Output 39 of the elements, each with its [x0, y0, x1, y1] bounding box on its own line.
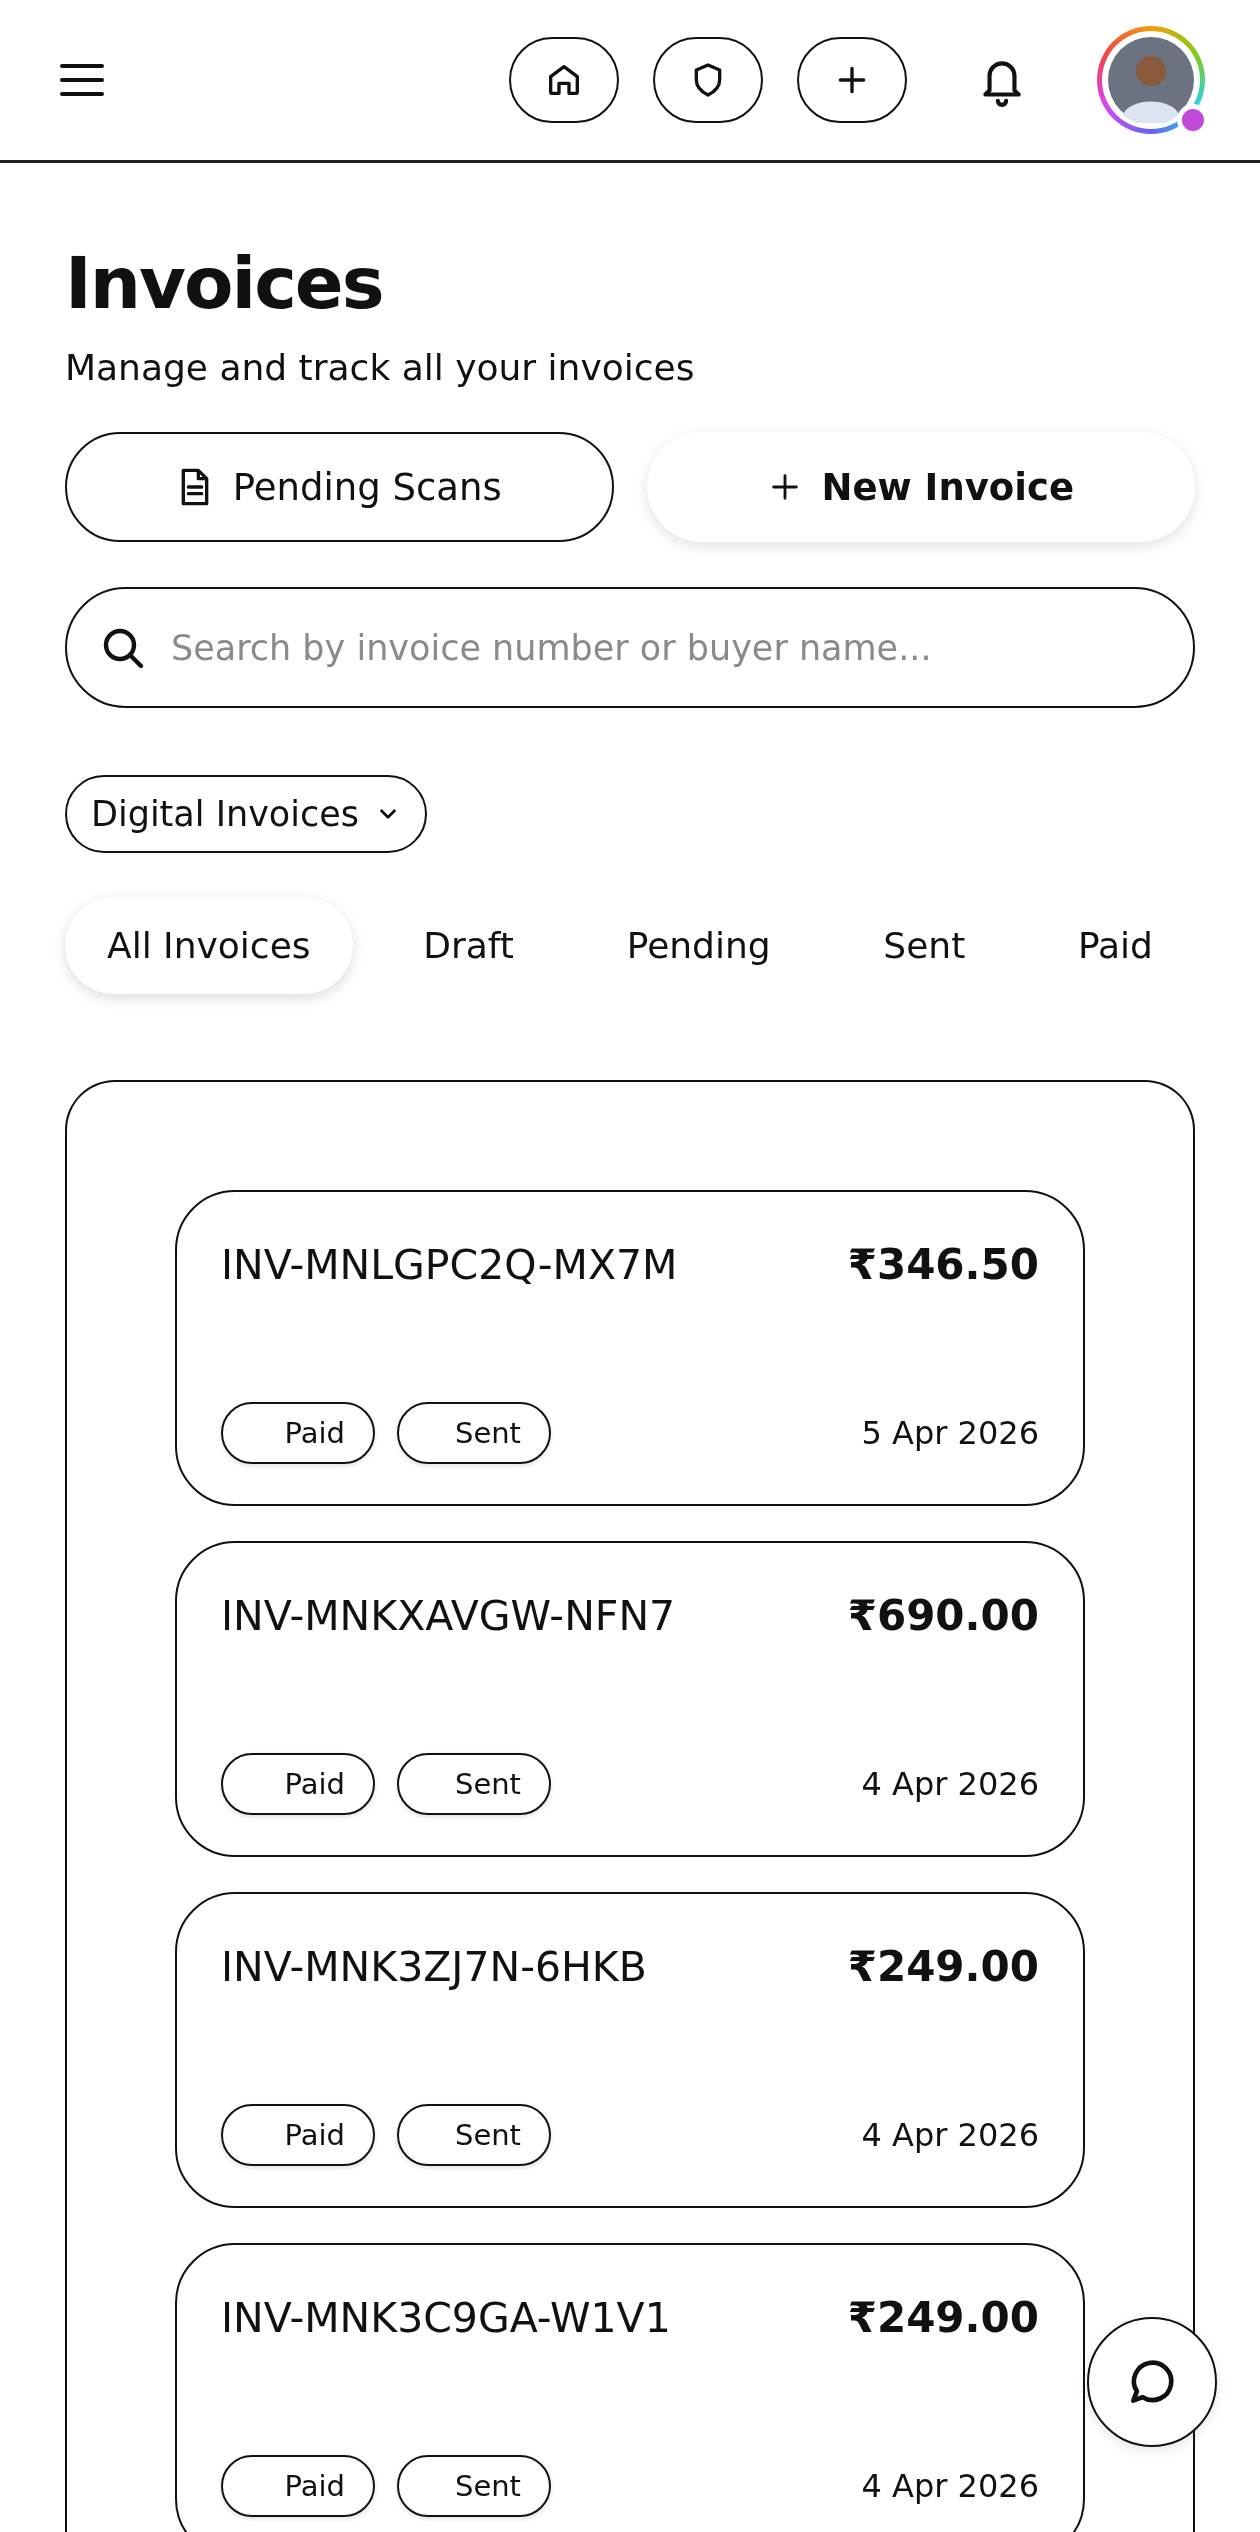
status-tag: Paid	[221, 1402, 375, 1464]
filter-tab[interactable]: Draft	[381, 897, 556, 994]
status-tag: Paid	[221, 1753, 375, 1815]
filter-tab[interactable]: Pending	[584, 897, 813, 994]
invoice-card[interactable]: INV-MNKXAVGW-NFN7 ₹690.00 Paid Sent 4 Apr 2026	[175, 1541, 1085, 1857]
menu-icon	[60, 62, 104, 98]
status-tag: Sent	[397, 1402, 551, 1464]
filter-tab[interactable]: All Invoices	[65, 897, 353, 994]
invoice-amount: ₹249.00	[847, 1942, 1039, 1991]
pending-scans-button[interactable]: Pending Scans	[65, 432, 614, 542]
filter-tab[interactable]: Paid	[1035, 897, 1195, 994]
page-subtitle: Manage and track all your invoices	[65, 347, 696, 388]
invoice-number: INV-MNKXAVGW-NFN7	[221, 1591, 676, 1640]
person-icon	[1108, 37, 1194, 123]
invoice-card[interactable]: INV-MNLGPC2Q-MX7M ₹346.50 Paid Sent 5 Apr 2026	[175, 1190, 1085, 1506]
invoice-amount: ₹690.00	[847, 1591, 1039, 1640]
invoice-number: INV-MNK3ZJ7N-6HKB	[221, 1942, 647, 1991]
invoice-date: 4 Apr 2026	[861, 2467, 1039, 2505]
status-tag: Paid	[221, 2455, 375, 2517]
new-invoice-button[interactable]: New Invoice	[646, 432, 1195, 542]
status-tag: Sent	[397, 2104, 551, 2166]
invoice-amount: ₹249.00	[847, 2293, 1039, 2342]
menu-button[interactable]	[60, 62, 104, 98]
invoice-date: 5 Apr 2026	[861, 1414, 1039, 1452]
search-input[interactable]: Search by invoice number or buyer name...	[169, 626, 1161, 669]
invoice-number: INV-MNK3C9GA-W1V1	[221, 2293, 671, 2342]
filter-tab[interactable]: Sent	[841, 897, 1008, 994]
page-title: Invoices	[65, 241, 384, 325]
invoice-number: INV-MNLGPC2Q-MX7M	[221, 1240, 678, 1289]
status-tag: Sent	[397, 2455, 551, 2517]
invoice-date: 4 Apr 2026	[861, 2116, 1039, 2154]
invoice-date: 4 Apr 2026	[861, 1765, 1039, 1803]
invoice-card[interactable]: INV-MNK3ZJ7N-6HKB ₹249.00 Paid Sent 4 Apr 2026	[175, 1892, 1085, 2208]
status-tag: Paid	[221, 2104, 375, 2166]
invoice-card[interactable]: INV-MNK3C9GA-W1V1 ₹249.00 Paid Sent 4 Apr 2026	[175, 2243, 1085, 2532]
search-bar[interactable]: Search by invoice number or buyer name...	[65, 587, 1195, 708]
invoice-amount: ₹346.50	[847, 1240, 1039, 1289]
invoice-type-dropdown[interactable]: Digital Invoices	[65, 775, 427, 853]
status-tag: Sent	[397, 1753, 551, 1815]
